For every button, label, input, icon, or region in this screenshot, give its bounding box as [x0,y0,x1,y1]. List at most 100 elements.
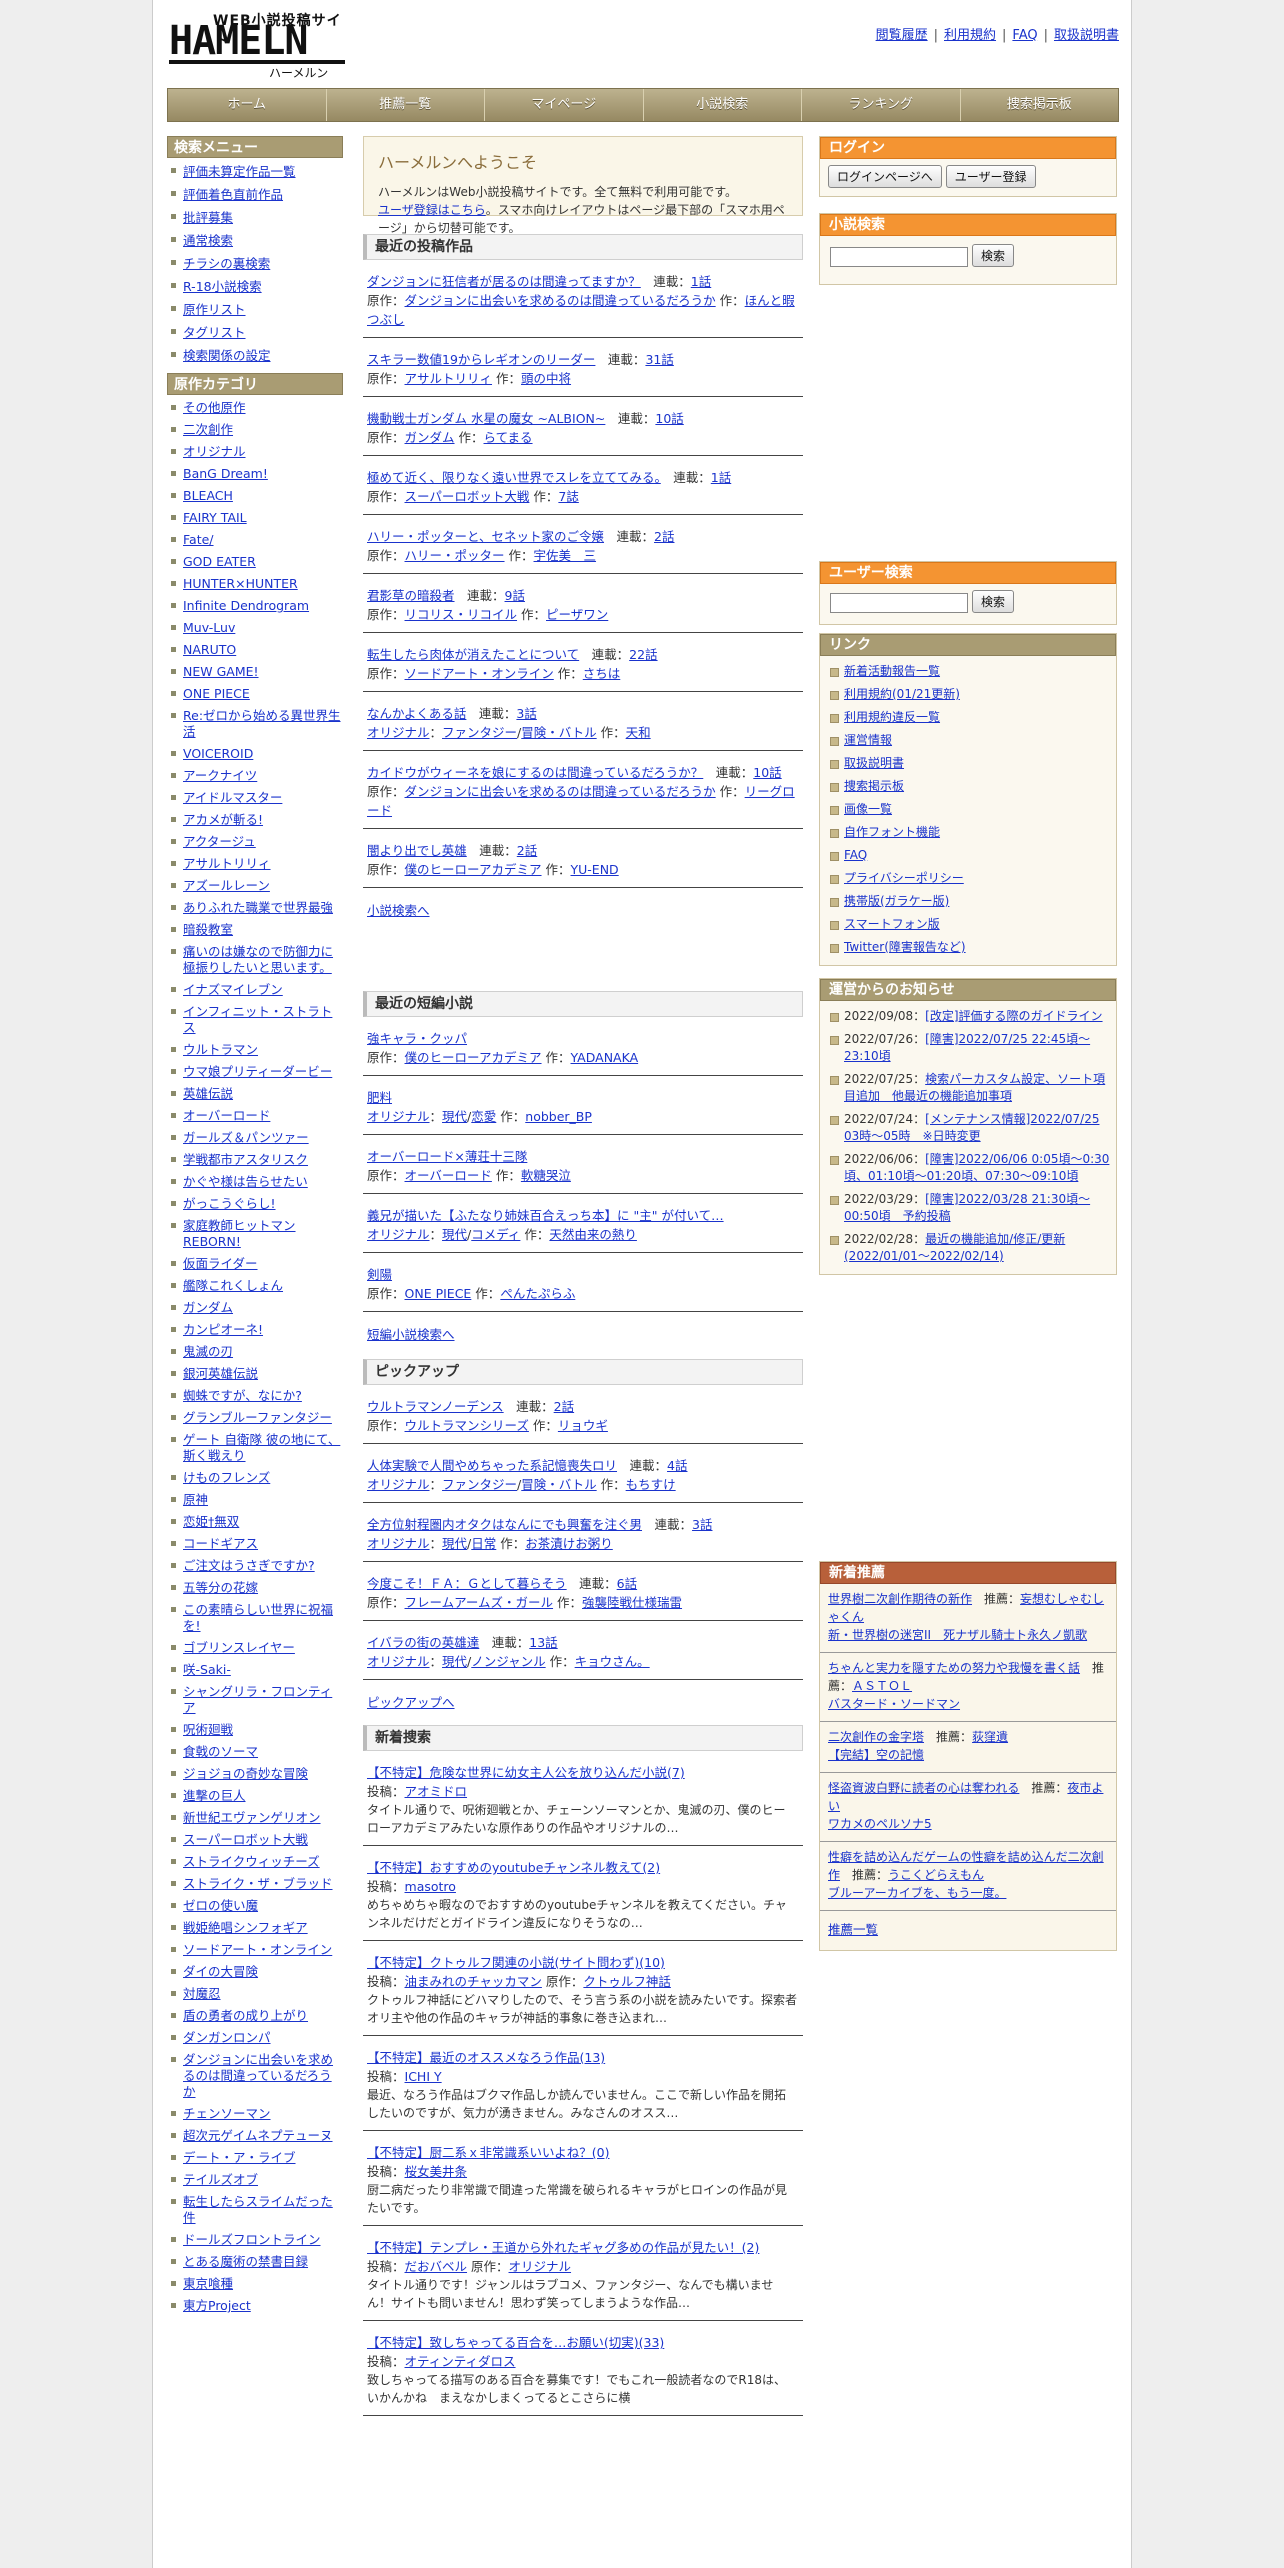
register-link[interactable]: ユーザ登録はこちら [378,203,486,217]
search-menu-item[interactable]: R-18小説検索 [169,275,343,298]
category-item[interactable]: 原神 [169,1489,343,1511]
origin-link[interactable]: リコリス・リコイル [405,607,518,622]
genre-link[interactable]: 現代 [442,1109,467,1124]
genre-link[interactable]: 恋愛 [471,1109,496,1124]
category-item[interactable]: 艦隊これくしょん [169,1275,343,1297]
genre-link[interactable]: 冒険・バトル [521,725,596,740]
nav-recommend[interactable]: 推薦一覧 [327,89,485,121]
category-item[interactable]: ストライクウィッチーズ [169,1851,343,1873]
poster-link[interactable]: オティンティダロス [405,2354,516,2369]
episode-count-link[interactable]: 31話 [645,352,673,367]
login-page-button[interactable]: ログインページへ [828,165,942,188]
genre-link[interactable]: 冒険・バトル [521,1477,596,1492]
category-item[interactable]: 学戦都市アスタリスク [169,1149,343,1171]
author-link[interactable]: 軟糖哭泣 [521,1168,571,1183]
original-link[interactable]: オリジナル [367,1109,430,1124]
category-item[interactable]: その他原作 [169,397,343,419]
episode-count-link[interactable]: 1話 [691,274,711,289]
novel-title-link[interactable]: 極めて近く、限りなく遠い世界でスレを立ててみる。 [367,470,661,485]
category-item[interactable]: ウマ娘プリティーダービー [169,1061,343,1083]
search-request-title[interactable]: 【不特定】致しちゃってる百合を…お願い(切実)(33) [367,2333,797,2352]
genre-link[interactable]: 現代 [442,1536,467,1551]
episode-count-link[interactable]: 10話 [753,765,781,780]
category-item[interactable]: HUNTER×HUNTER [169,573,343,595]
sidebar-link[interactable]: 新着活動報告一覧 [820,660,1116,683]
sidebar-link[interactable]: Twitter(障害報告など) [820,936,1116,959]
recommender-link[interactable]: ＡＳＴＯＬ [852,1679,912,1693]
origin-link[interactable]: ダンジョンに出会いを求めるのは間違っているだろうか [405,293,716,308]
genre-link[interactable]: ファンタジー [442,1477,517,1492]
novel-title-link[interactable]: イバラの街の英雄達 [367,1635,479,1650]
category-item[interactable]: とある魔術の禁書目録 [169,2251,343,2273]
genre-link[interactable]: コメディ [471,1227,520,1242]
category-item[interactable]: 咲-Saki- [169,1659,343,1681]
category-item[interactable]: カンピオーネ! [169,1319,343,1341]
origin-link[interactable]: ウルトラマンシリーズ [405,1418,529,1433]
category-item[interactable]: アイドルマスター [169,787,343,809]
category-item[interactable]: 恋姫†無双 [169,1511,343,1533]
category-item[interactable]: NARUTO [169,639,343,661]
category-item[interactable]: 家庭教師ヒットマンREBORN! [169,1215,343,1253]
episode-count-link[interactable]: 6話 [617,1576,637,1591]
category-item[interactable]: デート・ア・ライブ [169,2147,343,2169]
category-item[interactable]: Re:ゼロから始める異世界生活 [169,705,343,743]
category-item[interactable]: BLEACH [169,485,343,507]
original-link[interactable]: オリジナル [367,725,430,740]
sidebar-link[interactable]: 自作フォント機能 [820,821,1116,844]
origin-link[interactable]: ガンダム [405,430,455,445]
nav-search-board[interactable]: 捜索掲示板 [961,89,1119,121]
category-item[interactable]: ウルトラマン [169,1039,343,1061]
novel-title-link[interactable]: 今度こそ！ＦＡ：Ｇとして暮らそう [367,1576,567,1591]
recommend-reason-link[interactable]: 二次創作の金字塔 [828,1730,924,1744]
manual-link[interactable]: 取扱説明書 [1054,28,1119,43]
category-item[interactable]: イナズマイレブン [169,979,343,1001]
search-menu-item[interactable]: 評価未算定作品一覧 [169,160,343,183]
author-link[interactable]: 7誌 [558,489,578,504]
author-link[interactable]: 頭の中将 [521,371,571,386]
recommended-novel-link[interactable]: ブルーアーカイブを、もう一度。 [828,1886,1006,1900]
episode-count-link[interactable]: 22話 [629,647,657,662]
search-menu-item[interactable]: チラシの裏検索 [169,252,343,275]
sidebar-link[interactable]: 利用規約(01/21更新) [820,683,1116,706]
category-item[interactable]: 進撃の巨人 [169,1785,343,1807]
pickup-more-link[interactable]: ピックアップへ [367,1695,455,1710]
category-item[interactable]: チェンソーマン [169,2103,343,2125]
author-link[interactable]: 宇佐美 三 [534,548,597,563]
author-link[interactable]: らてまる [484,430,533,445]
origin-link[interactable]: 僕のヒーローアカデミア [405,862,542,877]
origin-link[interactable]: フレームアームズ・ガール [405,1595,554,1610]
poster-link[interactable]: ICHI Y [405,2069,442,2084]
category-item[interactable]: 銀河英雄伝説 [169,1363,343,1385]
category-item[interactable]: 戦姫絶唱シンフォギア [169,1917,343,1939]
category-item[interactable]: オーバーロード [169,1105,343,1127]
nav-home[interactable]: ホーム [168,89,327,121]
category-item[interactable]: ダンガンロンパ [169,2027,343,2049]
category-item[interactable]: 転生したらスライムだった件 [169,2191,343,2229]
author-link[interactable]: キョウさん。 [575,1654,650,1669]
category-item[interactable]: ありふれた職業で世界最強 [169,897,343,919]
category-item[interactable]: GOD EATER [169,551,343,573]
nav-mypage[interactable]: マイページ [485,89,644,121]
episode-count-link[interactable]: 13話 [529,1635,557,1650]
sidebar-link[interactable]: スマートフォン版 [820,913,1116,936]
recommend-reason-link[interactable]: ちゃんと実力を隠すための努力や我慢を書く話 [828,1661,1080,1675]
category-item[interactable]: 仮面ライダー [169,1253,343,1275]
poster-link[interactable]: だおバベル [405,2259,468,2274]
sidebar-link[interactable]: 取扱説明書 [820,752,1116,775]
original-link[interactable]: オリジナル [367,1227,430,1242]
novel-title-link[interactable]: ウルトラマンノーデンス [367,1399,504,1414]
user-search-input[interactable] [830,592,968,613]
poster-link[interactable]: masotro [405,1879,456,1894]
recommended-novel-link[interactable]: 新・世界樹の迷宮II 死ナザル騎士ト永久ノ凱歌 [828,1628,1087,1642]
novel-title-link[interactable]: 義兄が描いた【ふたなり姉妹百合えっち本】に "主" が付いて… [367,1208,724,1223]
category-item[interactable]: 英雄伝説 [169,1083,343,1105]
user-register-button[interactable]: ユーザー登録 [945,165,1036,188]
episode-count-link[interactable]: 3話 [516,706,536,721]
category-item[interactable]: けものフレンズ [169,1467,343,1489]
category-item[interactable]: ダイの大冒険 [169,1961,343,1983]
author-link[interactable]: さちは [583,666,621,681]
novel-title-link[interactable]: ハリー・ポッターと、セネット家のご令嬢 [367,529,604,544]
recommended-novel-link[interactable]: ワカメのペルソナ5 [828,1817,932,1831]
episode-count-link[interactable]: 2話 [654,529,674,544]
author-link[interactable]: ぺんたぷらふ [500,1286,575,1301]
